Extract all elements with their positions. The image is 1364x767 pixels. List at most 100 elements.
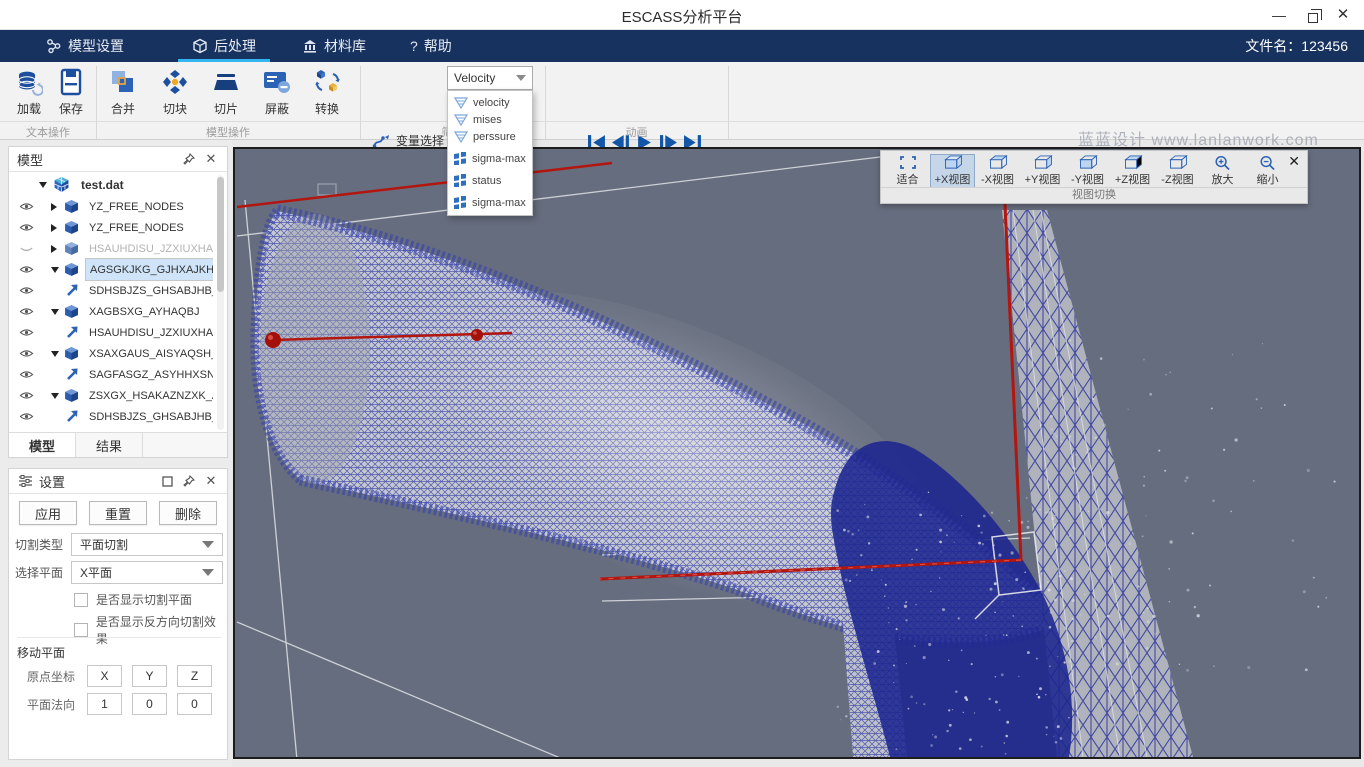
reset-button[interactable]: 重置 <box>89 501 147 525</box>
cut-block-button[interactable]: 切块 <box>152 68 198 120</box>
chevron-down-icon <box>202 569 214 576</box>
show-cut-plane-checkbox[interactable] <box>74 593 88 607</box>
tab-result[interactable]: 结果 <box>76 433 143 457</box>
tree-item[interactable]: XAGBSXG_AYHAQBJ <box>9 301 213 322</box>
tree-item[interactable]: YZ_FREE_NODES <box>9 217 213 238</box>
tree-item[interactable]: SDHSBJZS_GHSABJHB_ZAHU <box>9 280 213 301</box>
cut-type-select[interactable]: 平面切割 <box>71 533 223 556</box>
zoom-out-icon <box>1259 155 1276 170</box>
fit-view-button[interactable]: 适合 <box>885 154 930 188</box>
expander-icon[interactable] <box>51 245 57 253</box>
plane-select[interactable]: X平面 <box>71 561 223 584</box>
tree-item[interactable]: HSAUHDISU_JZXIUXHAHX <box>9 322 213 343</box>
eye-closed-icon[interactable] <box>19 241 35 257</box>
dropdown-item-mises[interactable]: mises <box>448 111 532 128</box>
save-button[interactable]: 保存 <box>48 68 94 120</box>
sphere-marker-start[interactable] <box>265 332 281 348</box>
close-icon[interactable]: ✕ <box>203 151 219 167</box>
expander-icon[interactable] <box>39 182 47 188</box>
tree-item[interactable]: SAGFASGZ_ASYHHXSN <box>9 364 213 385</box>
view-minus-x-button[interactable]: -X视图 <box>975 154 1020 188</box>
tree-item[interactable]: SDHSBJZS_GHSABJHB_ZAHU <box>9 406 213 427</box>
cube-icon <box>64 262 79 277</box>
minimize-button[interactable]: — <box>1264 4 1294 26</box>
view-plus-x-button[interactable]: +X视图 <box>930 154 975 188</box>
dropdown-item-sigma-max-2[interactable]: sigma-max <box>448 194 532 211</box>
apply-button[interactable]: 应用 <box>19 501 77 525</box>
view-button-label: +X视图 <box>935 171 971 187</box>
tree-item[interactable]: ZSXGX_HSAKAZNZXK_AHASX <box>9 385 213 406</box>
eye-open-icon[interactable] <box>19 199 35 215</box>
eye-open-icon[interactable] <box>19 346 35 362</box>
load-button[interactable]: 加载 <box>6 68 52 120</box>
expander-icon[interactable] <box>51 351 59 357</box>
viewbar-close-icon[interactable]: ✕ <box>1288 153 1300 170</box>
reverse-cut-checkbox[interactable] <box>74 623 88 637</box>
expander-icon[interactable] <box>51 267 59 273</box>
view-switch-toolbar: 适合 +X视图 -X视图 +Y视图 -Y视图 +Z视图 -Z视图 放大 <box>880 150 1308 204</box>
zoom-out-button[interactable]: 缩小 <box>1245 154 1290 188</box>
tree-item-selected[interactable]: AGSGKJKG_GJHXAJKHXA <box>9 259 213 280</box>
mask-button[interactable]: 屏蔽 <box>254 68 300 120</box>
tree-item[interactable]: YZ_FREE_NODES <box>9 196 213 217</box>
viewport-3d-canvas[interactable] <box>233 147 1361 759</box>
variable-select-combobox[interactable]: Velocity <box>447 66 533 90</box>
convert-button[interactable]: 转换 <box>304 68 350 120</box>
view-plus-y-button[interactable]: +Y视图 <box>1020 154 1065 188</box>
menu-item-material-library[interactable]: 材料库 <box>302 30 366 62</box>
eye-open-icon[interactable] <box>19 367 35 383</box>
pin-icon[interactable] <box>181 151 197 167</box>
eye-open-icon[interactable] <box>19 220 35 236</box>
left-column: 模型 ✕ test.dat YZ_FREE_NODES <box>0 140 232 767</box>
origin-y-input[interactable] <box>132 665 167 687</box>
normal-z-input[interactable] <box>177 693 212 715</box>
variable-dropdown-list: velocity mises perssure sigma-max status… <box>447 90 533 216</box>
dropdown-item-label: velocity <box>473 97 510 109</box>
pin-icon[interactable] <box>181 473 197 489</box>
view-minus-y-button[interactable]: -Y视图 <box>1065 154 1110 188</box>
scrollbar-thumb[interactable] <box>217 177 224 292</box>
expander-icon[interactable] <box>51 203 57 211</box>
plane-normal-label: 平面法向 <box>27 696 77 713</box>
view-plus-z-button[interactable]: +Z视图 <box>1110 154 1155 188</box>
menu-label: 后处理 <box>214 36 256 56</box>
eye-open-icon[interactable] <box>19 409 35 425</box>
cube-view-icon <box>1167 155 1189 170</box>
dropdown-item-status[interactable]: status <box>448 172 532 189</box>
delete-button[interactable]: 删除 <box>159 501 217 525</box>
sphere-marker-mid[interactable] <box>471 329 483 341</box>
origin-z-input[interactable] <box>177 665 212 687</box>
eye-open-icon[interactable] <box>19 304 35 320</box>
dropdown-item-perssure[interactable]: perssure <box>448 128 532 145</box>
normal-x-input[interactable] <box>87 693 122 715</box>
zoom-in-button[interactable]: 放大 <box>1200 154 1245 188</box>
restore-button[interactable] <box>1298 4 1328 26</box>
tree-item[interactable]: XSAXGAUS_AISYAQSH_ASHX <box>9 343 213 364</box>
view-minus-z-button[interactable]: -Z视图 <box>1155 154 1200 188</box>
expander-icon[interactable] <box>51 224 57 232</box>
eye-open-icon[interactable] <box>19 262 35 278</box>
tree-item-root[interactable]: test.dat <box>9 173 213 196</box>
expander-icon[interactable] <box>51 393 59 399</box>
origin-x-input[interactable] <box>87 665 122 687</box>
dropdown-item-velocity[interactable]: velocity <box>448 94 532 111</box>
merge-button[interactable]: 合并 <box>100 68 146 120</box>
close-icon[interactable]: ✕ <box>203 473 219 489</box>
tab-model[interactable]: 模型 <box>9 433 76 457</box>
eye-open-icon[interactable] <box>19 283 35 299</box>
menu-item-model-setup[interactable]: 模型设置 <box>46 30 124 62</box>
tree-scrollbar[interactable] <box>217 175 224 430</box>
tree-item[interactable]: HSAUHDISU_JZXIUXHAHX <box>9 238 213 259</box>
eye-open-icon[interactable] <box>19 325 35 341</box>
group-label-animation: 动画 <box>545 124 728 140</box>
maximize-icon[interactable] <box>159 473 175 489</box>
dropdown-item-sigma-max[interactable]: sigma-max <box>448 150 532 167</box>
menu-item-help[interactable]: ? 帮助 <box>410 30 452 62</box>
normal-y-input[interactable] <box>132 693 167 715</box>
expander-icon[interactable] <box>51 309 59 315</box>
menu-item-post-processing[interactable]: 后处理 <box>192 30 256 62</box>
view-button-label: -X视图 <box>981 171 1014 187</box>
eye-open-icon[interactable] <box>19 388 35 404</box>
close-button[interactable]: ✕ <box>1328 4 1358 26</box>
slice-button[interactable]: 切片 <box>203 68 249 120</box>
